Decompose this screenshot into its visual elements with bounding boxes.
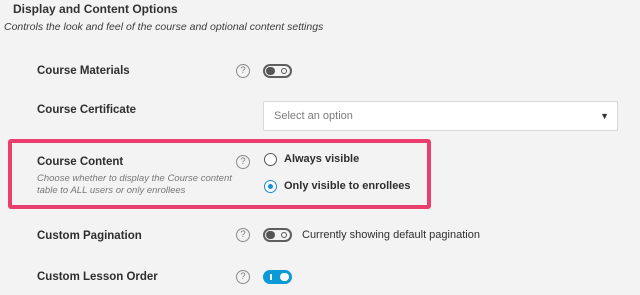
section-title: Display and Content Options bbox=[13, 2, 178, 16]
select-placeholder: Select an option bbox=[274, 110, 353, 122]
toggle-knob bbox=[266, 231, 275, 239]
help-icon[interactable]: ? bbox=[236, 64, 250, 78]
chevron-down-icon: ▼ bbox=[600, 111, 609, 121]
custom-lesson-order-label: Custom Lesson Order bbox=[37, 271, 158, 283]
toggle-knob bbox=[280, 273, 289, 281]
custom-pagination-label: Custom Pagination bbox=[37, 230, 142, 242]
display-content-options-panel: Display and Content Options Controls the… bbox=[0, 0, 640, 295]
custom-lesson-order-toggle[interactable] bbox=[263, 270, 292, 284]
course-certificate-select[interactable]: Select an option ▼ bbox=[263, 101, 618, 131]
toggle-knob bbox=[266, 67, 275, 75]
radio-selected-dot bbox=[267, 183, 273, 189]
help-icon[interactable]: ? bbox=[236, 155, 250, 169]
toggle-off-indicator bbox=[281, 68, 287, 74]
course-content-label: Course Content bbox=[37, 156, 124, 168]
custom-pagination-toggle[interactable] bbox=[263, 228, 292, 242]
course-content-help-text: Choose whether to display the Course con… bbox=[37, 173, 232, 196]
pagination-status-text: Currently showing default pagination bbox=[302, 229, 480, 241]
section-description: Controls the look and feel of the course… bbox=[4, 21, 324, 33]
help-icon[interactable]: ? bbox=[236, 228, 250, 242]
radio-always-visible-label[interactable]: Always visible bbox=[284, 153, 359, 165]
help-icon[interactable]: ? bbox=[236, 270, 250, 284]
radio-only-enrollees[interactable] bbox=[264, 180, 277, 193]
toggle-on-indicator bbox=[270, 274, 272, 280]
course-certificate-label: Course Certificate bbox=[37, 104, 137, 116]
course-materials-toggle[interactable] bbox=[263, 64, 292, 78]
radio-always-visible[interactable] bbox=[264, 153, 277, 166]
radio-only-enrollees-label[interactable]: Only visible to enrollees bbox=[284, 180, 411, 192]
course-materials-label: Course Materials bbox=[37, 65, 130, 77]
toggle-off-indicator bbox=[281, 232, 287, 238]
